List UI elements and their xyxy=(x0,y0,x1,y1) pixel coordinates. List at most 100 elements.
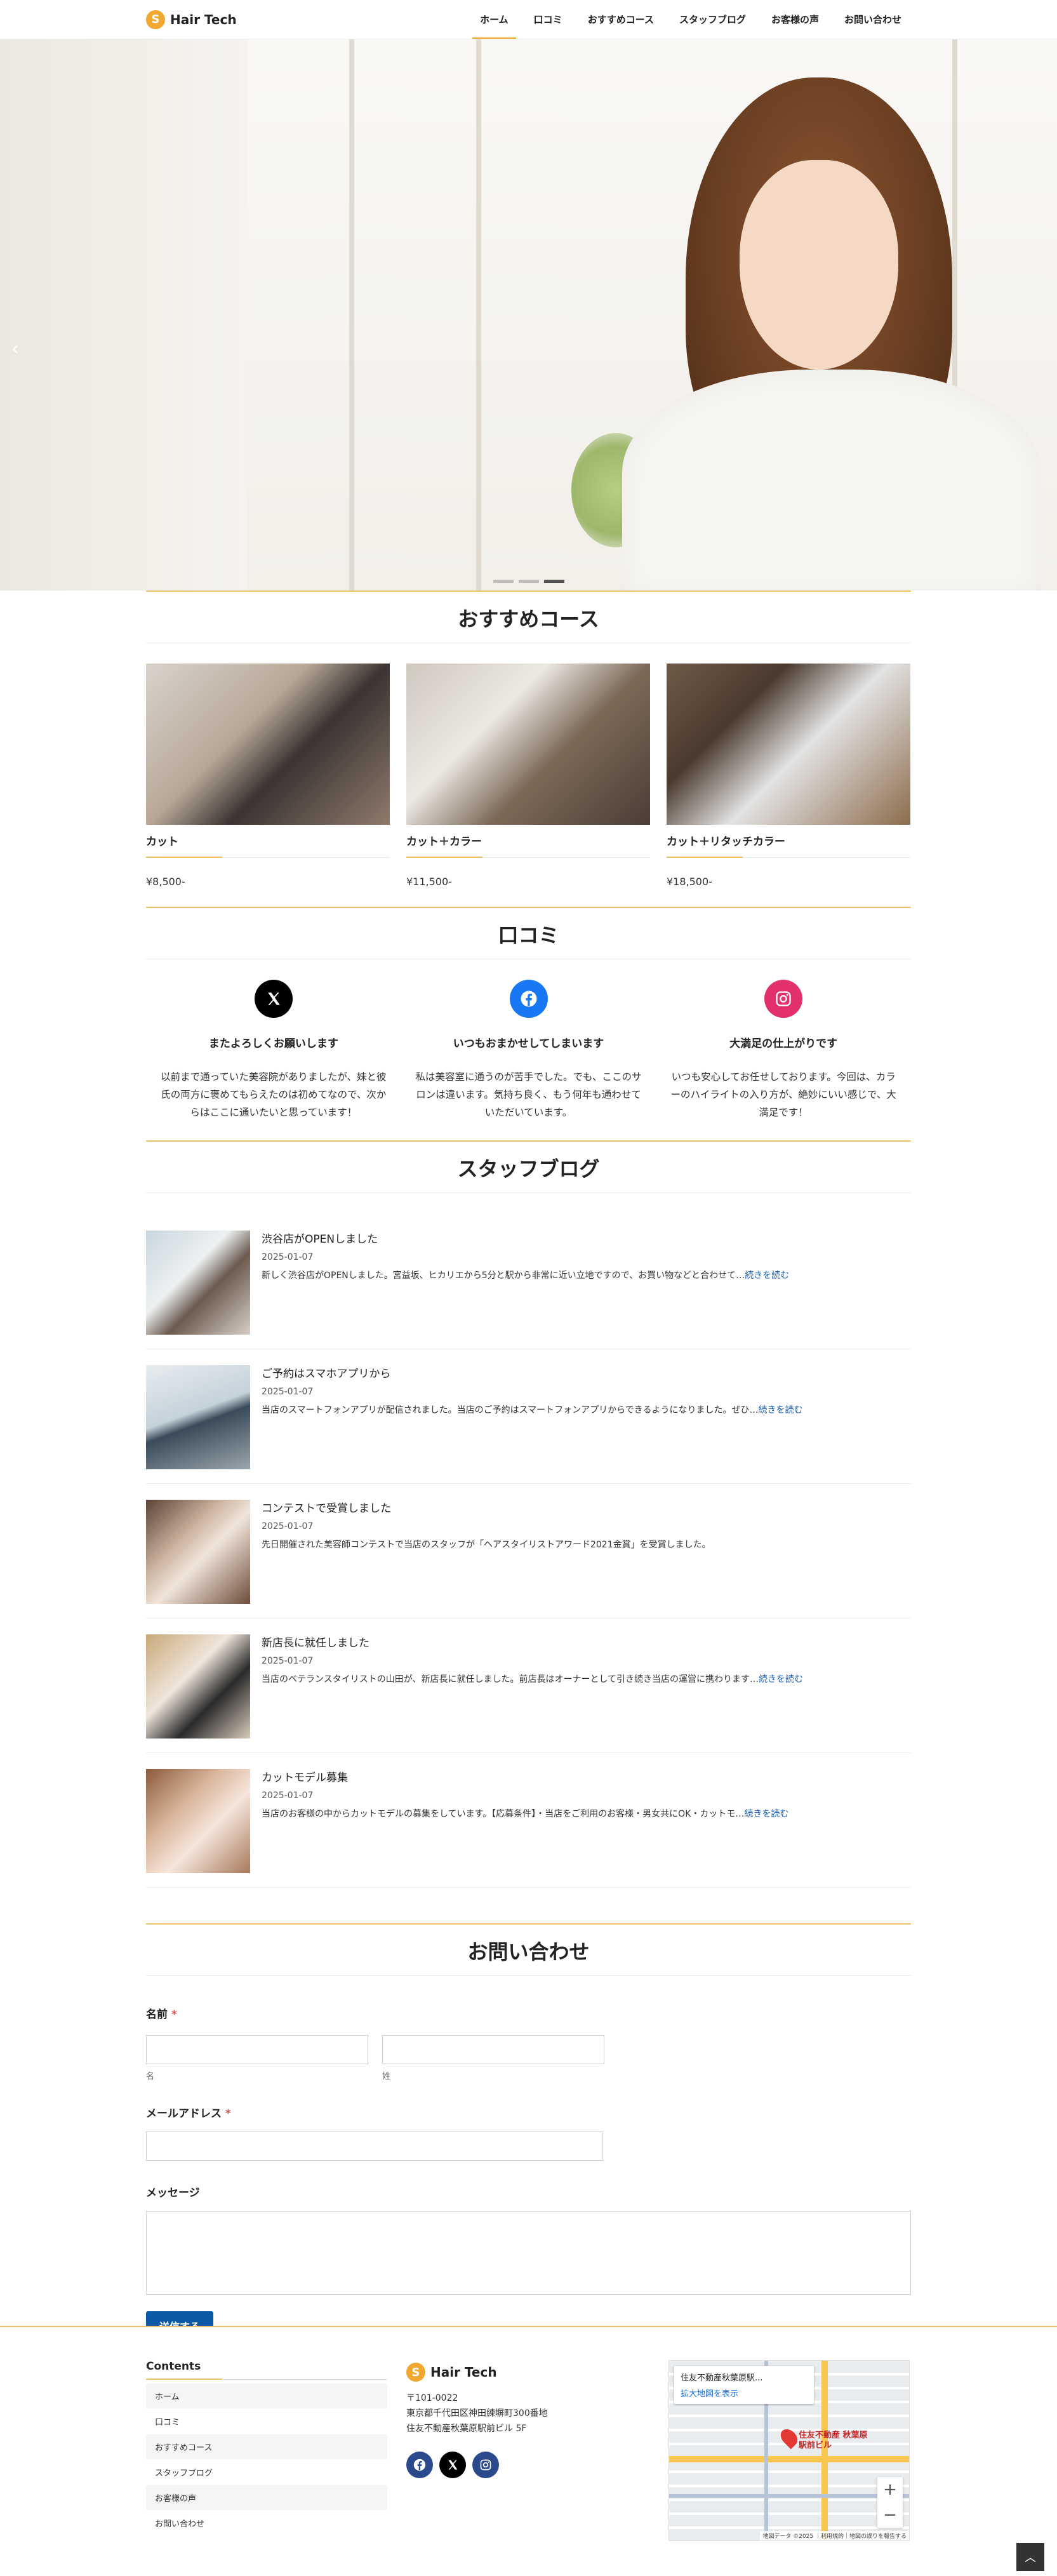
logo-mark-icon: S xyxy=(406,2363,425,2382)
hero-dot[interactable] xyxy=(493,580,514,583)
footer-address: 〒101-0022 東京都千代田区神田練塀町300番地 住友不動産秋葉原駅前ビル… xyxy=(406,2393,548,2434)
last-name-sub-label: 名 xyxy=(146,2072,155,2081)
footer-company: S Hair Tech 〒101-0022 東京都千代田区神田練塀町300番地 … xyxy=(406,2360,648,2541)
review-card: いつもおまかせしてしまいます 私は美容室に通うのが苦手でした。でも、ここのサロン… xyxy=(401,980,656,1121)
blog-item[interactable]: 新店長に就任しました 2025-01-07 当店のベテランスタイリストの山田が、… xyxy=(146,1618,911,1753)
blog-date: 2025-01-07 xyxy=(262,1656,314,1666)
course-image xyxy=(406,664,650,825)
read-more-link[interactable]: 続きを読む xyxy=(744,1809,788,1819)
footer-logo[interactable]: S Hair Tech xyxy=(406,2363,648,2382)
site-header: S Hair Tech ホーム 口コミ おすすめコース スタッフブログ お客様の… xyxy=(0,0,1057,39)
map-attribution[interactable]: 地図データ ©2025 ｜利用規約｜地図の誤りを報告する xyxy=(760,2531,909,2540)
blog-excerpt: 当店のお客様の中からカットモデルの募集をしています。【応募条件】・当店をご利用の… xyxy=(262,1809,789,1819)
blog-date: 2025-01-07 xyxy=(262,1521,314,1532)
blog-item[interactable]: カットモデル募集 2025-01-07 当店のお客様の中からカットモデルの募集を… xyxy=(146,1753,911,1888)
map-zoom-controls: + − xyxy=(877,2477,903,2528)
hero-dot-active[interactable] xyxy=(543,580,564,583)
nav-item-contact[interactable]: お問い合わせ xyxy=(832,0,914,39)
course-card[interactable]: カット＋カラー ¥11,500- xyxy=(406,664,650,888)
facebook-icon[interactable] xyxy=(509,980,548,1018)
instagram-icon[interactable] xyxy=(764,980,803,1018)
first-name-sub-label: 姓 xyxy=(382,2072,391,2081)
review-card: 大満足の仕上がりです いつも安心してお任せしております。今回は、カラーのハイライ… xyxy=(656,980,911,1121)
blog-item[interactable]: コンテストで受賞しました 2025-01-07 先日開催された美容師コンテストで… xyxy=(146,1484,911,1618)
blog-excerpt: 新しく渋谷店がOPENしました。宮益坂、ヒカリエから5分と駅から非常に近い立地で… xyxy=(262,1271,790,1281)
blog-item[interactable]: ご予約はスマホアプリから 2025-01-07 当店のスマートフォンアプリが配信… xyxy=(146,1349,911,1484)
nav-item-reviews[interactable]: 口コミ xyxy=(521,0,575,39)
read-more-link[interactable]: 続きを読む xyxy=(745,1271,789,1281)
message-textarea[interactable] xyxy=(146,2211,911,2295)
blog-heading: スタッフブログ xyxy=(146,1140,911,1193)
read-more-link[interactable]: 続きを読む xyxy=(758,1405,802,1415)
site-footer: Contents ホーム 口コミ おすすめコース スタッフブログ お客様の声 お… xyxy=(0,2326,1057,2576)
blog-section: スタッフブログ 渋谷店がOPENしました 2025-01-07 新しく渋谷店がO… xyxy=(146,1140,911,1888)
nav-item-voices[interactable]: お客様の声 xyxy=(759,0,832,39)
hero-slider[interactable]: ‹ xyxy=(0,39,1057,591)
email-label: メールアドレス * xyxy=(146,2107,231,2120)
contact-section: お問い合わせ 名前 * 名 姓 メールアドレス * メッセージ 送信する xyxy=(146,1923,911,2340)
footer-link-reviews[interactable]: 口コミ xyxy=(146,2409,387,2434)
nav-item-blog[interactable]: スタッフブログ xyxy=(667,0,759,39)
x-icon[interactable] xyxy=(439,2452,466,2478)
review-card: またよろしくお願いします 以前まで通っていた美容院がありましたが、妹と彼氏の両方… xyxy=(146,980,401,1121)
map-card-title: 住友不動産秋葉原駅... xyxy=(681,2373,763,2383)
facebook-icon[interactable] xyxy=(406,2452,433,2478)
review-title: またよろしくお願いします xyxy=(208,1038,338,1050)
blog-title[interactable]: 新店長に就任しました xyxy=(262,1634,803,1650)
name-label: 名前 * xyxy=(146,2008,177,2021)
footer-link-home[interactable]: ホーム xyxy=(146,2384,387,2409)
blog-excerpt: 先日開催された美容師コンテストで当店のスタッフが「ヘアスタイリストアワード202… xyxy=(262,1540,711,1550)
site-logo[interactable]: S Hair Tech xyxy=(146,10,237,29)
reviews-heading: 口コミ xyxy=(146,907,911,959)
footer-social xyxy=(406,2452,648,2478)
blog-thumbnail xyxy=(146,1768,250,1873)
email-input[interactable] xyxy=(146,2132,603,2161)
zoom-out-button[interactable]: − xyxy=(877,2502,903,2528)
blog-date: 2025-01-07 xyxy=(262,1387,314,1397)
hero-dot[interactable] xyxy=(518,580,539,583)
blog-thumbnail xyxy=(146,1365,250,1469)
footer-link-courses[interactable]: おすすめコース xyxy=(146,2434,387,2460)
contact-heading: お問い合わせ xyxy=(146,1923,911,1976)
course-title: カット＋カラー xyxy=(406,832,650,858)
embedded-map[interactable]: 住友不動産秋葉原駅... 拡大地図を表示 住友不動産 秋葉原駅前ビル + − 地… xyxy=(668,2360,910,2541)
course-image xyxy=(146,664,390,825)
map-pin-icon[interactable] xyxy=(777,2426,801,2450)
nav-item-home[interactable]: ホーム xyxy=(467,0,521,39)
map-enlarge-link[interactable]: 拡大地図を表示 xyxy=(681,2387,808,2399)
scroll-to-top-button[interactable]: ︿ xyxy=(1016,2543,1044,2571)
blog-title[interactable]: 渋谷店がOPENしました xyxy=(262,1230,789,1246)
first-name-input[interactable] xyxy=(382,2035,604,2064)
footer-link-contact[interactable]: お問い合わせ xyxy=(146,2511,387,2536)
course-price: ¥8,500- xyxy=(146,876,185,888)
course-card[interactable]: カット ¥8,500- xyxy=(146,664,390,888)
main-nav: ホーム 口コミ おすすめコース スタッフブログ お客様の声 お問い合わせ xyxy=(467,0,914,39)
blog-excerpt: 当店のスマートフォンアプリが配信されました。当店のご予約はスマートフォンアプリか… xyxy=(262,1405,803,1415)
instagram-icon[interactable] xyxy=(472,2452,499,2478)
courses-section: おすすめコース カット ¥8,500- カット＋カラー ¥11,500- カット… xyxy=(146,591,911,888)
map-pin-label: 住友不動産 秋葉原駅前ビル xyxy=(799,2431,868,2450)
blog-date: 2025-01-07 xyxy=(262,1791,314,1801)
hero-prev-arrow-icon[interactable]: ‹ xyxy=(11,338,19,360)
nav-item-courses[interactable]: おすすめコース xyxy=(575,0,667,39)
zoom-in-button[interactable]: + xyxy=(877,2477,903,2502)
read-more-link[interactable]: 続きを読む xyxy=(759,1674,803,1685)
map-info-card: 住友不動産秋葉原駅... 拡大地図を表示 xyxy=(674,2366,814,2404)
blog-date: 2025-01-07 xyxy=(262,1252,314,1262)
blog-title[interactable]: ご予約はスマホアプリから xyxy=(262,1365,802,1380)
course-card[interactable]: カット＋リタッチカラー ¥18,500- xyxy=(667,664,910,888)
x-icon[interactable] xyxy=(254,980,293,1018)
blog-excerpt: 当店のベテランスタイリストの山田が、新店長に就任しました。前店長はオーナーとして… xyxy=(262,1674,804,1685)
blog-title[interactable]: コンテストで受賞しました xyxy=(262,1499,711,1515)
blog-item[interactable]: 渋谷店がOPENしました 2025-01-07 新しく渋谷店がOPENしました。… xyxy=(146,1215,911,1349)
course-list: カット ¥8,500- カット＋カラー ¥11,500- カット＋リタッチカラー… xyxy=(146,664,911,888)
courses-heading: おすすめコース xyxy=(146,591,911,643)
course-price: ¥18,500- xyxy=(667,876,712,888)
last-name-input[interactable] xyxy=(146,2035,368,2064)
footer-link-blog[interactable]: スタッフブログ xyxy=(146,2460,387,2485)
footer-link-voices[interactable]: お客様の声 xyxy=(146,2485,387,2511)
review-text: 私は美容室に通うのが苦手でした。でも、ここのサロンは違います。気持ち良く、もう何… xyxy=(415,1071,642,1118)
blog-title[interactable]: カットモデル募集 xyxy=(262,1768,788,1784)
blog-thumbnail xyxy=(146,1230,250,1335)
hero-model-face xyxy=(740,160,898,370)
